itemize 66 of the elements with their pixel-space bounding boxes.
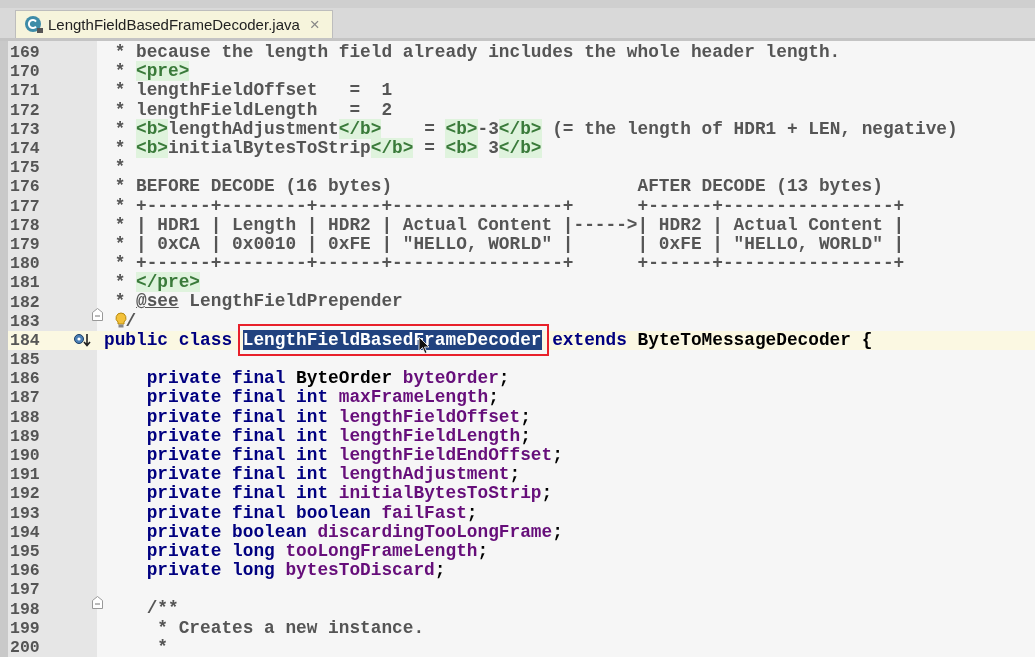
line-number: 180 (9, 254, 41, 274)
fold-marker-icon[interactable] (92, 307, 103, 321)
line-number: 183 (9, 311, 41, 331)
line-number: 192 (9, 484, 41, 504)
line-number: 176 (9, 177, 41, 197)
line-number: 174 (9, 139, 41, 159)
code-line: private long tooLongFrameLength; (145, 541, 489, 562)
line-number: 173 (9, 119, 41, 139)
code-line: / (97, 311, 137, 331)
code-line: private final int maxFrameLength; (145, 388, 499, 408)
fold-marker-icon[interactable] (92, 595, 103, 609)
implements-marker-icon[interactable] (73, 332, 93, 347)
code-line: private final boolean failFast; (145, 503, 478, 523)
code-line: * +------+--------+------+----------------+ +------+----------------+ (113, 254, 905, 274)
line-number: 197 (9, 580, 41, 600)
line-number: 171 (9, 81, 41, 101)
code-line: private final int lengthFieldOffset; (145, 407, 531, 427)
line-number: 200 (9, 637, 41, 657)
line-number: 185 (9, 350, 41, 370)
code-line: private final int lengthFieldEndOffset; (145, 445, 563, 466)
code-line: private final int lengthAdjustment; (145, 465, 521, 485)
line-number: 182 (9, 292, 41, 312)
code-line: private final int lengthFieldLength; (145, 426, 531, 446)
code-line: private boolean discardingTooLongFrame; (145, 522, 563, 542)
line-number: 177 (9, 196, 41, 216)
line-number: 198 (9, 599, 41, 619)
line-number: 194 (9, 522, 41, 542)
code-line: * Creates a new instance. (156, 618, 425, 638)
code-line: * because the length field already includes the whole header length. (113, 43, 841, 63)
code-line: * | 0xCA | 0x0010 | 0xFE | "HELLO, WORLD" | | 0xFE | "HELLO, WORLD" | (113, 234, 905, 255)
line-number: 175 (9, 158, 41, 178)
line-number: 199 (9, 618, 41, 638)
line-number: 187 (9, 388, 41, 408)
code-line: * <b>lengthAdjustment</b> = <b>-3</b> (= the length of HDR1 + LEN, negative) (113, 119, 958, 139)
editor-tab[interactable]: LengthFieldBasedFrameDecoder.java × (15, 10, 333, 38)
line-number: 181 (9, 273, 41, 293)
code-line: * @see LengthFieldPrepender (113, 292, 403, 312)
line-number: 196 (9, 561, 41, 581)
code-line: * lengthFieldOffset = 1 (113, 81, 393, 101)
line-number: 195 (9, 541, 41, 561)
line-number: 191 (9, 465, 41, 485)
code-line: public class LengthFieldBasedFrameDecoder extends ByteToMessageDecoder { (97, 330, 873, 350)
line-number: 169 (9, 43, 41, 63)
code-line: * (113, 158, 126, 178)
line-number: 179 (9, 234, 41, 254)
line-number: 189 (9, 426, 41, 446)
line-number: 193 (9, 503, 41, 523)
line-number: 188 (9, 407, 41, 427)
line-number: 184 (9, 330, 41, 350)
code-line: * BEFORE DECODE (16 bytes) AFTER DECODE (13 bytes) (113, 177, 883, 197)
light-bulb-icon[interactable] (114, 311, 126, 330)
line-number: 172 (9, 100, 41, 120)
line-number: 186 (9, 369, 41, 389)
code-line: * <b>initialBytesToStrip</b> = <b> 3</b> (113, 138, 542, 159)
code-line: * | HDR1 | Length | HDR2 | Actual Content |----->| HDR2 | Actual Content | (113, 215, 905, 235)
class-file-icon (24, 14, 44, 35)
line-number: 170 (9, 62, 41, 82)
code-line: * +------+--------+------+----------------+ +------+----------------+ (113, 196, 905, 216)
code-line: private final ByteOrder byteOrder; (145, 369, 510, 389)
line-number: 178 (9, 215, 41, 235)
code-line: private long bytesToDiscard; (145, 561, 446, 581)
code-line: * (156, 637, 169, 657)
code-line: * lengthFieldLength = 2 (113, 100, 393, 120)
code-line: /** (145, 599, 179, 619)
code-line: private final int initialBytesToStrip; (145, 484, 553, 504)
line-number: 190 (9, 446, 41, 466)
